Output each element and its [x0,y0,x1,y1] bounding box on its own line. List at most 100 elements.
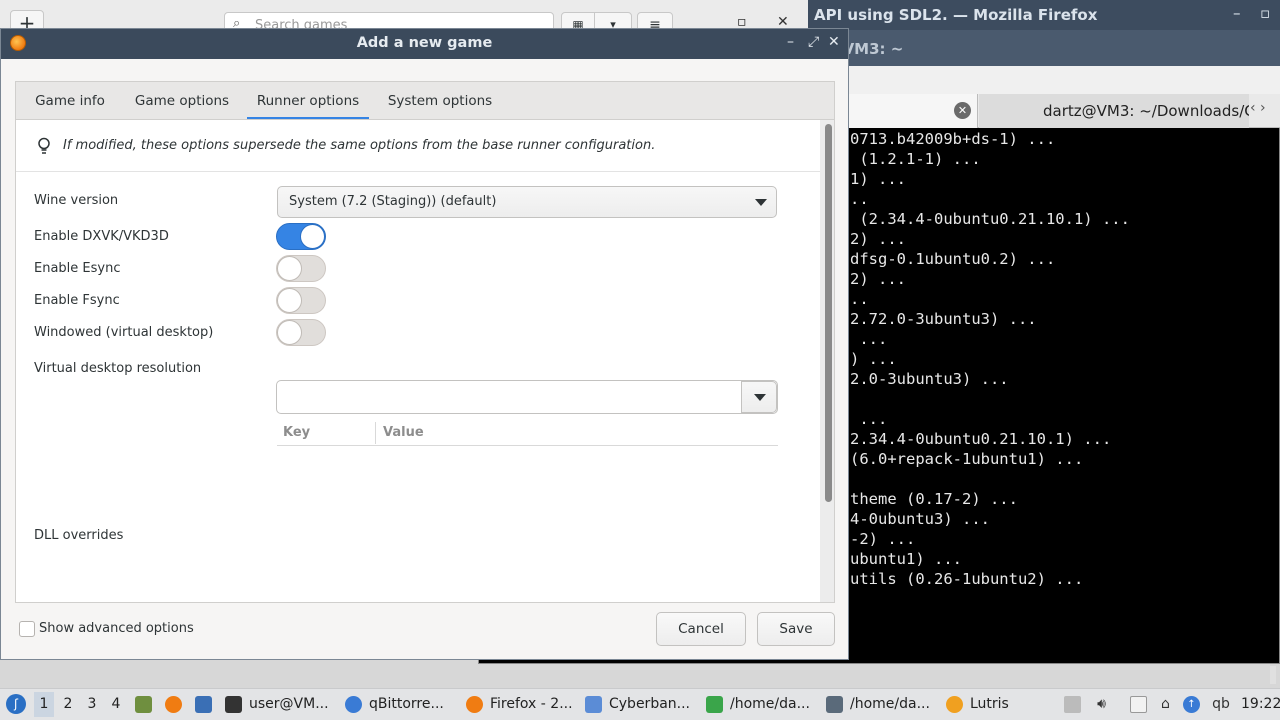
firefox-window-title: API using SDL2. — Mozilla Firefox [814,6,1098,24]
dxvk-toggle[interactable] [276,223,326,250]
key-column-header[interactable]: Key [283,425,310,440]
dialog-title: Add a new game [356,35,493,51]
workspace-3[interactable]: 3 [82,696,102,712]
maximize-icon[interactable]: ▫ [1260,4,1270,22]
notes-icon[interactable] [1130,696,1147,713]
lutris-icon [946,696,963,713]
terminal-line: (2.34.4-0ubuntu0.21.10.1) ... [850,210,1130,228]
lutris-main-window: + ⌕ Search games ▦ ▾ ≡ ▫ ✕ [0,0,808,38]
minimize-icon[interactable]: – [787,34,794,50]
resolution-combo[interactable] [276,380,778,414]
terminal-tab[interactable]: dartz@VM3: ~/Downloads/Cyb [979,94,1249,128]
terminal-line: -2) ... [850,530,916,548]
info-row: If modified, these options supersede the… [16,120,820,172]
toggle-knob [277,320,302,345]
show-advanced-label[interactable]: Show advanced options [39,621,194,636]
terminal-line: 2.0-3ubuntu3) ... [850,370,1009,388]
terminal-line: ubuntu1) ... [850,550,962,568]
fsync-toggle[interactable] [276,287,326,314]
esync-toggle[interactable] [276,255,326,282]
clipboard-icon[interactable] [1064,696,1081,713]
save-button[interactable]: Save [757,612,835,646]
workspace-4[interactable]: 4 [106,696,126,712]
task-firefox[interactable]: Firefox - 2... [466,689,578,720]
column-separator [375,422,376,444]
tab-scroll-arrows-icon[interactable]: ‹ › [1250,100,1266,116]
lightbulb-icon [38,137,50,154]
show-advanced-checkbox[interactable] [19,621,35,637]
qbittorrent-tray-icon[interactable]: qb [1210,696,1232,713]
resolution-dropdown-button[interactable] [741,381,777,413]
terminal-line: ) ... [850,350,897,368]
terminal-line: utils (0.26-1ubuntu2) ... [850,570,1084,588]
terminal-line: .. [850,190,869,208]
value-column-header[interactable]: Value [383,425,424,440]
dialog-titlebar: Add a new game – ⤢ ✕ [1,29,848,59]
workspace-2[interactable]: 2 [58,696,78,712]
terminal-line: 4-0ubuntu3) ... [850,510,990,528]
windowed-toggle[interactable] [276,319,326,346]
firefox-launcher-icon[interactable] [165,696,182,713]
task-label: /home/da... [850,696,930,712]
tab-game-info[interactable]: Game info [24,82,116,120]
start-menu-icon[interactable]: ʃ [6,694,26,714]
runner-options-panel: If modified, these options supersede the… [15,119,835,603]
toggle-knob [277,256,302,281]
task-label: Firefox - 2... [490,696,573,712]
cancel-button[interactable]: Cancel [656,612,746,646]
desktop-icon[interactable] [195,696,212,713]
terminal-scrollbar[interactable] [1270,666,1276,684]
terminal-tab-active[interactable]: ✕ [848,94,978,128]
dxvk-label: Enable DXVK/VKD3D [34,229,169,244]
terminal-tab-label: dartz@VM3: ~/Downloads/Cyb [1043,102,1249,120]
task-label: user@VM... [249,696,329,712]
document-icon [706,696,723,713]
task-lutris[interactable]: Lutris [946,689,1026,720]
toggle-knob [300,224,325,249]
terminal-line: theme (0.17-2) ... [850,490,1018,508]
volume-icon[interactable]: 🔊︎ [1093,696,1110,713]
task-label: qBittorre... [369,696,444,712]
close-icon[interactable]: ✕ [954,102,971,119]
close-icon[interactable]: ✕ [828,34,840,50]
task-file-manager[interactable]: Cyberban... [585,689,697,720]
task-text-editor[interactable]: /home/da... [826,689,936,720]
terminal-line: 2) ... [850,230,906,248]
task-document[interactable]: /home/da... [706,689,816,720]
terminal-line: 2) ... [850,270,906,288]
task-terminal[interactable]: user@VM... [225,689,335,720]
wine-version-select[interactable]: System (7.2 (Staging)) (default) [277,186,777,218]
resolution-label: Virtual desktop resolution [34,361,202,376]
terminal-line: (1.2.1-1) ... [850,150,981,168]
task-qbittorrent[interactable]: qBittorre... [345,689,457,720]
terminal-line: dfsg-0.1ubuntu0.2) ... [850,250,1056,268]
update-icon[interactable]: ↑ [1183,696,1200,713]
maximize-icon[interactable]: ⤢ [808,34,819,50]
terminal-line: 1) ... [850,170,906,188]
terminal-line: 2.72.0-3ubuntu3) ... [850,310,1037,328]
dll-overrides-label: DLL overrides [34,528,124,543]
minimize-icon[interactable]: – [1233,4,1241,22]
firefox-titlebar: API using SDL2. — Mozilla Firefox – ▫ [808,0,1280,30]
terminal-line: 2.34.4-0ubuntu0.21.10.1) ... [850,430,1112,448]
tab-runner-options[interactable]: Runner options [247,82,369,120]
terminal-line: ... [850,330,888,348]
tab-system-options[interactable]: System options [379,82,501,120]
network-icon[interactable]: ⌂ [1157,696,1174,713]
file-manager-launcher-icon[interactable] [135,696,152,713]
clock[interactable]: 19:22 [1241,696,1280,712]
terminal-line: ... [850,410,888,428]
qbittorrent-icon [345,696,362,713]
task-label: Lutris [970,696,1009,712]
chevron-down-icon [755,199,767,206]
info-text: If modified, these options supersede the… [63,138,656,153]
tab-game-options[interactable]: Game options [126,82,238,120]
wine-version-label: Wine version [34,193,119,208]
panel-scrollbar-thumb[interactable] [825,124,832,502]
workspace-1[interactable]: 1 [34,692,54,717]
terminal-line: (6.0+repack-1ubuntu1) ... [850,450,1084,468]
toggle-knob [277,288,302,313]
chevron-down-icon [754,394,766,401]
